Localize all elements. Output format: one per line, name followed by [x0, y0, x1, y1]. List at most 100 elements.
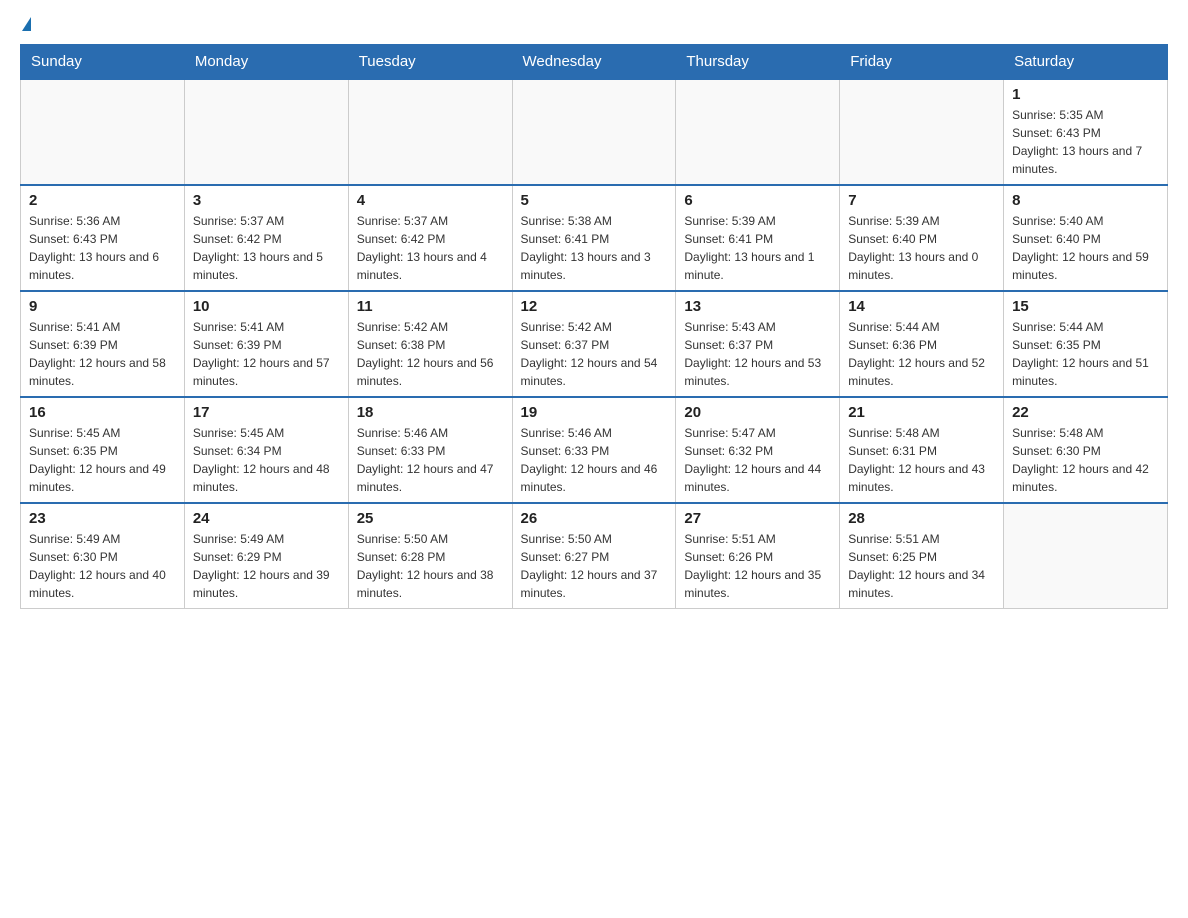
- calendar-cell: 27 Sunrise: 5:51 AMSunset: 6:26 PMDayligh…: [676, 503, 840, 609]
- weekday-header-wednesday: Wednesday: [512, 45, 676, 80]
- week-row-3: 9 Sunrise: 5:41 AMSunset: 6:39 PMDaylight…: [21, 291, 1168, 397]
- day-number: 11: [357, 298, 504, 315]
- day-number: 17: [193, 404, 340, 421]
- calendar-cell: [348, 79, 512, 185]
- day-info: Sunrise: 5:38 AMSunset: 6:41 PMDaylight:…: [521, 212, 668, 284]
- calendar-cell: 22 Sunrise: 5:48 AMSunset: 6:30 PMDayligh…: [1004, 397, 1168, 503]
- week-row-1: 1 Sunrise: 5:35 AMSunset: 6:43 PMDaylight…: [21, 79, 1168, 185]
- calendar-cell: 23 Sunrise: 5:49 AMSunset: 6:30 PMDayligh…: [21, 503, 185, 609]
- day-number: 2: [29, 192, 176, 209]
- weekday-header-tuesday: Tuesday: [348, 45, 512, 80]
- calendar-cell: [21, 79, 185, 185]
- day-info: Sunrise: 5:46 AMSunset: 6:33 PMDaylight:…: [357, 424, 504, 496]
- day-info: Sunrise: 5:47 AMSunset: 6:32 PMDaylight:…: [684, 424, 831, 496]
- day-info: Sunrise: 5:51 AMSunset: 6:25 PMDaylight:…: [848, 530, 995, 602]
- calendar-cell: 11 Sunrise: 5:42 AMSunset: 6:38 PMDayligh…: [348, 291, 512, 397]
- calendar-cell: 1 Sunrise: 5:35 AMSunset: 6:43 PMDaylight…: [1004, 79, 1168, 185]
- day-info: Sunrise: 5:45 AMSunset: 6:35 PMDaylight:…: [29, 424, 176, 496]
- day-info: Sunrise: 5:50 AMSunset: 6:28 PMDaylight:…: [357, 530, 504, 602]
- week-row-4: 16 Sunrise: 5:45 AMSunset: 6:35 PMDayligh…: [21, 397, 1168, 503]
- calendar-cell: [840, 79, 1004, 185]
- calendar-cell: 28 Sunrise: 5:51 AMSunset: 6:25 PMDayligh…: [840, 503, 1004, 609]
- calendar-cell: 10 Sunrise: 5:41 AMSunset: 6:39 PMDayligh…: [184, 291, 348, 397]
- day-number: 12: [521, 298, 668, 315]
- calendar-cell: 13 Sunrise: 5:43 AMSunset: 6:37 PMDayligh…: [676, 291, 840, 397]
- day-number: 15: [1012, 298, 1159, 315]
- weekday-header-thursday: Thursday: [676, 45, 840, 80]
- day-number: 6: [684, 192, 831, 209]
- day-number: 28: [848, 510, 995, 527]
- page-header: [20, 20, 1168, 34]
- day-info: Sunrise: 5:45 AMSunset: 6:34 PMDaylight:…: [193, 424, 340, 496]
- day-info: Sunrise: 5:39 AMSunset: 6:41 PMDaylight:…: [684, 212, 831, 284]
- day-info: Sunrise: 5:46 AMSunset: 6:33 PMDaylight:…: [521, 424, 668, 496]
- day-number: 8: [1012, 192, 1159, 209]
- day-info: Sunrise: 5:48 AMSunset: 6:30 PMDaylight:…: [1012, 424, 1159, 496]
- calendar-cell: 3 Sunrise: 5:37 AMSunset: 6:42 PMDaylight…: [184, 185, 348, 291]
- calendar-cell: 19 Sunrise: 5:46 AMSunset: 6:33 PMDayligh…: [512, 397, 676, 503]
- calendar-cell: [676, 79, 840, 185]
- day-number: 22: [1012, 404, 1159, 421]
- calendar-cell: 5 Sunrise: 5:38 AMSunset: 6:41 PMDaylight…: [512, 185, 676, 291]
- weekday-header-sunday: Sunday: [21, 45, 185, 80]
- calendar-cell: 4Sunrise: 5:37 AMSunset: 6:42 PMDaylight…: [348, 185, 512, 291]
- day-number: 24: [193, 510, 340, 527]
- day-info: Sunrise: 5:42 AMSunset: 6:38 PMDaylight:…: [357, 318, 504, 390]
- day-number: 14: [848, 298, 995, 315]
- calendar-cell: 12 Sunrise: 5:42 AMSunset: 6:37 PMDayligh…: [512, 291, 676, 397]
- calendar-cell: 18 Sunrise: 5:46 AMSunset: 6:33 PMDayligh…: [348, 397, 512, 503]
- calendar-cell: 21 Sunrise: 5:48 AMSunset: 6:31 PMDayligh…: [840, 397, 1004, 503]
- day-number: 18: [357, 404, 504, 421]
- day-info: Sunrise: 5:37 AMSunset: 6:42 PMDaylight:…: [357, 212, 504, 284]
- calendar-cell: 20 Sunrise: 5:47 AMSunset: 6:32 PMDayligh…: [676, 397, 840, 503]
- day-info: Sunrise: 5:42 AMSunset: 6:37 PMDaylight:…: [521, 318, 668, 390]
- day-info: Sunrise: 5:48 AMSunset: 6:31 PMDaylight:…: [848, 424, 995, 496]
- weekday-header-saturday: Saturday: [1004, 45, 1168, 80]
- calendar-cell: 24 Sunrise: 5:49 AMSunset: 6:29 PMDayligh…: [184, 503, 348, 609]
- day-number: 23: [29, 510, 176, 527]
- calendar-cell: [184, 79, 348, 185]
- day-info: Sunrise: 5:50 AMSunset: 6:27 PMDaylight:…: [521, 530, 668, 602]
- day-info: Sunrise: 5:35 AMSunset: 6:43 PMDaylight:…: [1012, 106, 1159, 178]
- day-number: 21: [848, 404, 995, 421]
- day-info: Sunrise: 5:40 AMSunset: 6:40 PMDaylight:…: [1012, 212, 1159, 284]
- weekday-header-row: SundayMondayTuesdayWednesdayThursdayFrid…: [21, 45, 1168, 80]
- calendar-cell: 16 Sunrise: 5:45 AMSunset: 6:35 PMDayligh…: [21, 397, 185, 503]
- day-number: 5: [521, 192, 668, 209]
- calendar-cell: 26 Sunrise: 5:50 AMSunset: 6:27 PMDayligh…: [512, 503, 676, 609]
- logo: [20, 20, 31, 34]
- calendar-cell: 15Sunrise: 5:44 AMSunset: 6:35 PMDayligh…: [1004, 291, 1168, 397]
- day-number: 9: [29, 298, 176, 315]
- day-info: Sunrise: 5:37 AMSunset: 6:42 PMDaylight:…: [193, 212, 340, 284]
- day-info: Sunrise: 5:43 AMSunset: 6:37 PMDaylight:…: [684, 318, 831, 390]
- day-info: Sunrise: 5:36 AMSunset: 6:43 PMDaylight:…: [29, 212, 176, 284]
- day-info: Sunrise: 5:39 AMSunset: 6:40 PMDaylight:…: [848, 212, 995, 284]
- calendar-cell: 8 Sunrise: 5:40 AMSunset: 6:40 PMDaylight…: [1004, 185, 1168, 291]
- day-info: Sunrise: 5:49 AMSunset: 6:29 PMDaylight:…: [193, 530, 340, 602]
- logo-arrow-icon: [22, 17, 31, 31]
- day-number: 13: [684, 298, 831, 315]
- calendar-cell: 9Sunrise: 5:41 AMSunset: 6:39 PMDaylight…: [21, 291, 185, 397]
- day-number: 25: [357, 510, 504, 527]
- day-number: 26: [521, 510, 668, 527]
- day-number: 7: [848, 192, 995, 209]
- day-number: 1: [1012, 86, 1159, 103]
- day-number: 16: [29, 404, 176, 421]
- day-info: Sunrise: 5:51 AMSunset: 6:26 PMDaylight:…: [684, 530, 831, 602]
- calendar-cell: 7 Sunrise: 5:39 AMSunset: 6:40 PMDaylight…: [840, 185, 1004, 291]
- day-info: Sunrise: 5:49 AMSunset: 6:30 PMDaylight:…: [29, 530, 176, 602]
- week-row-2: 2 Sunrise: 5:36 AMSunset: 6:43 PMDaylight…: [21, 185, 1168, 291]
- calendar-cell: 6 Sunrise: 5:39 AMSunset: 6:41 PMDaylight…: [676, 185, 840, 291]
- weekday-header-friday: Friday: [840, 45, 1004, 80]
- day-number: 27: [684, 510, 831, 527]
- day-number: 10: [193, 298, 340, 315]
- day-info: Sunrise: 5:41 AMSunset: 6:39 PMDaylight:…: [193, 318, 340, 390]
- calendar-cell: 2 Sunrise: 5:36 AMSunset: 6:43 PMDaylight…: [21, 185, 185, 291]
- day-number: 19: [521, 404, 668, 421]
- day-number: 3: [193, 192, 340, 209]
- calendar-cell: 14 Sunrise: 5:44 AMSunset: 6:36 PMDayligh…: [840, 291, 1004, 397]
- calendar-cell: [1004, 503, 1168, 609]
- day-info: Sunrise: 5:44 AMSunset: 6:36 PMDaylight:…: [848, 318, 995, 390]
- week-row-5: 23 Sunrise: 5:49 AMSunset: 6:30 PMDayligh…: [21, 503, 1168, 609]
- day-number: 20: [684, 404, 831, 421]
